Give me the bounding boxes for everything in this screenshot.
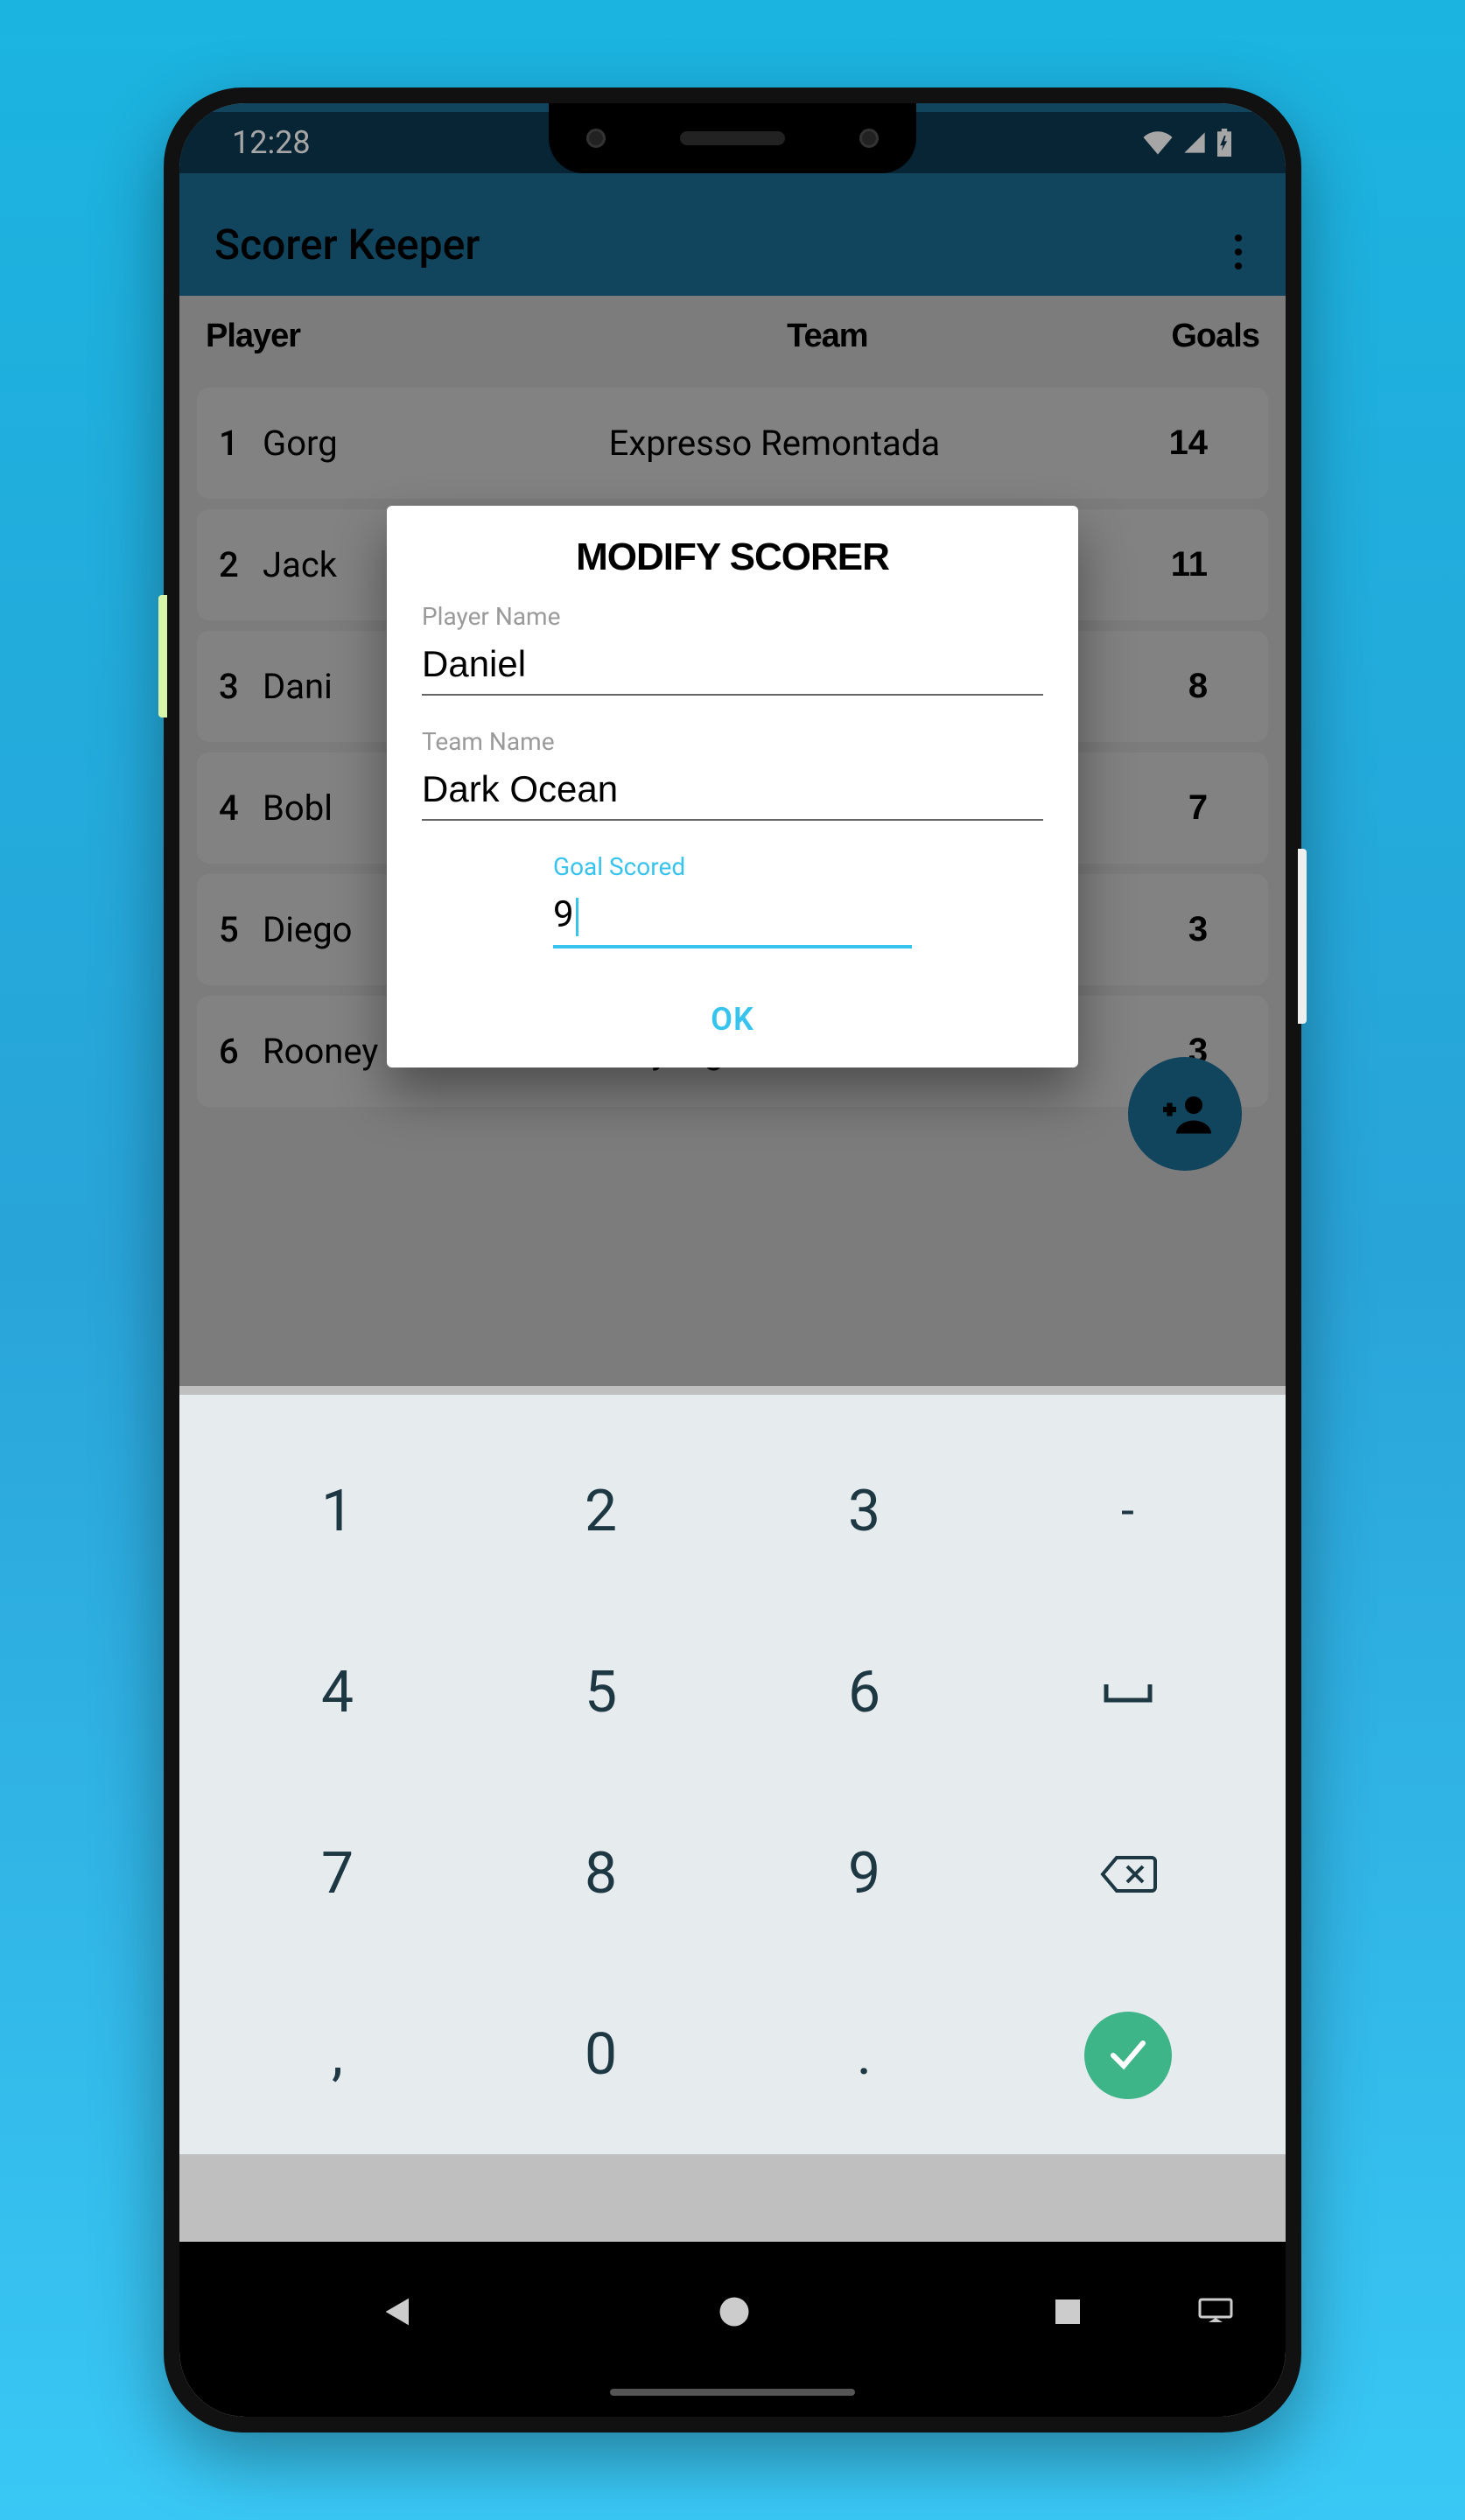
key-3[interactable]: 3 (732, 1421, 996, 1602)
numeric-keyboard: 1 2 3 - 4 5 6 7 8 9 , 0 . (179, 1395, 1286, 2154)
key-comma[interactable]: , (206, 1964, 469, 2146)
screen: Scorer Keeper 12:28 Player Team Goals (179, 103, 1286, 2417)
phone-notch (549, 103, 916, 173)
home-button[interactable] (715, 2292, 754, 2331)
space-icon (1102, 1680, 1154, 1706)
goal-scored-input[interactable]: 9 (553, 893, 574, 936)
goal-scored-field[interactable]: Goal Scored 9 (553, 852, 912, 948)
ok-button[interactable]: OK (422, 975, 1043, 1046)
phone-side-button-left (158, 595, 167, 718)
key-2[interactable]: 2 (469, 1421, 732, 1602)
team-name-label: Team Name (422, 727, 1043, 756)
player-name-input[interactable] (422, 640, 1043, 696)
nav-handle (610, 2389, 855, 2396)
dialog-title: Modify Scorer (422, 536, 1043, 579)
goal-scored-label: Goal Scored (553, 852, 912, 881)
check-icon (1106, 2038, 1150, 2073)
modify-scorer-dialog: Modify Scorer Player Name Team Name Goal… (387, 506, 1078, 1068)
key-dash[interactable]: - (996, 1421, 1259, 1602)
key-4[interactable]: 4 (206, 1602, 469, 1783)
android-nav-bar (179, 2242, 1286, 2417)
sensor-icon (859, 129, 879, 148)
phone-inner: Scorer Keeper 12:28 Player Team Goals (179, 103, 1286, 2417)
key-0[interactable]: 0 (469, 1964, 732, 2146)
recents-button[interactable] (1050, 2294, 1085, 2329)
back-button[interactable] (380, 2292, 418, 2331)
key-9[interactable]: 9 (732, 1783, 996, 1964)
team-name-field[interactable]: Team Name (422, 727, 1043, 821)
key-6[interactable]: 6 (732, 1602, 996, 1783)
player-name-field[interactable]: Player Name (422, 602, 1043, 696)
player-name-label: Player Name (422, 602, 1043, 631)
key-enter[interactable] (996, 1964, 1259, 2146)
speaker-grille (680, 131, 785, 145)
key-dot[interactable]: . (732, 1964, 996, 2146)
key-space[interactable] (996, 1602, 1259, 1783)
key-1[interactable]: 1 (206, 1421, 469, 1602)
key-8[interactable]: 8 (469, 1783, 732, 1964)
keyboard-hide-icon[interactable] (1198, 2298, 1233, 2326)
key-5[interactable]: 5 (469, 1602, 732, 1783)
team-name-input[interactable] (422, 765, 1043, 821)
backspace-icon (1099, 1854, 1157, 1894)
front-camera-icon (586, 129, 606, 148)
key-7[interactable]: 7 (206, 1783, 469, 1964)
key-backspace[interactable] (996, 1783, 1259, 1964)
phone-frame: Scorer Keeper 12:28 Player Team Goals (164, 88, 1301, 2432)
text-caret (576, 898, 578, 936)
phone-side-button-right (1298, 849, 1307, 1024)
